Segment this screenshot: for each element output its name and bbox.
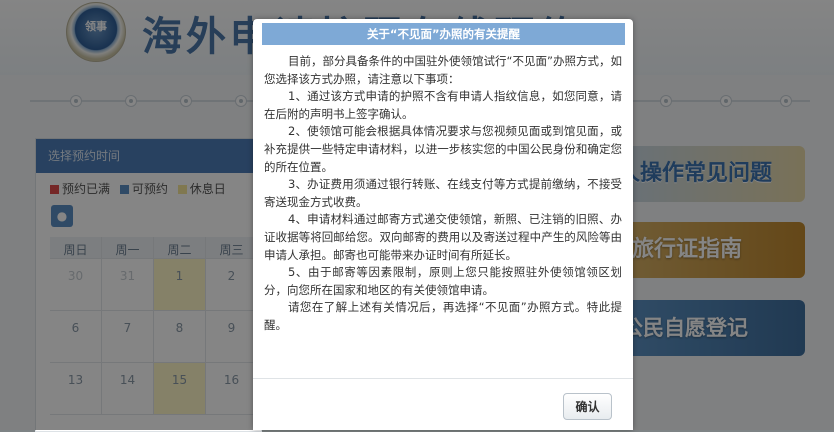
dialog-body: 目前，部分具备条件的中国驻外使领馆试行“不见面”办照方式，如您选择该方式办照，请… — [264, 53, 622, 335]
notice-paragraph: 1、通过该方式申请的护照不含有申请人指纹信息，如您同意，请在后附的声明书上签字确… — [264, 89, 622, 121]
dialog-footer-divider — [253, 378, 633, 379]
notice-paragraph: 3、办证费用须通过银行转账、在线支付等方式提前缴纳，不接受寄送现金方式收费。 — [264, 177, 622, 209]
dialog-title: 关于“不见面”办照的有关提醒 — [262, 23, 625, 45]
notice-paragraph: 5、由于邮寄等因素限制，原则上您只能按照驻外使领馆领区划分，向您所在国家和地区的… — [264, 265, 622, 297]
notice-paragraph: 目前，部分具备条件的中国驻外使领馆试行“不见面”办照方式，如您选择该方式办照，请… — [264, 54, 622, 86]
notice-dialog: 关于“不见面”办照的有关提醒 目前，部分具备条件的中国驻外使领馆试行“不见面”办… — [253, 19, 633, 430]
notice-paragraph: 请您在了解上述有关情况后，再选择“不见面”办照方式。特此提醒。 — [264, 300, 622, 332]
notice-paragraph: 4、申请材料通过邮寄方式递交使领馆，新照、已注销的旧照、办证收据等将回邮给您。双… — [264, 212, 622, 262]
notice-paragraph: 2、使领馆可能会根据具体情况要求与您视频见面或到馆见面，或补充提供一些特定申请材… — [264, 124, 622, 174]
confirm-button[interactable]: 确认 — [563, 393, 612, 420]
